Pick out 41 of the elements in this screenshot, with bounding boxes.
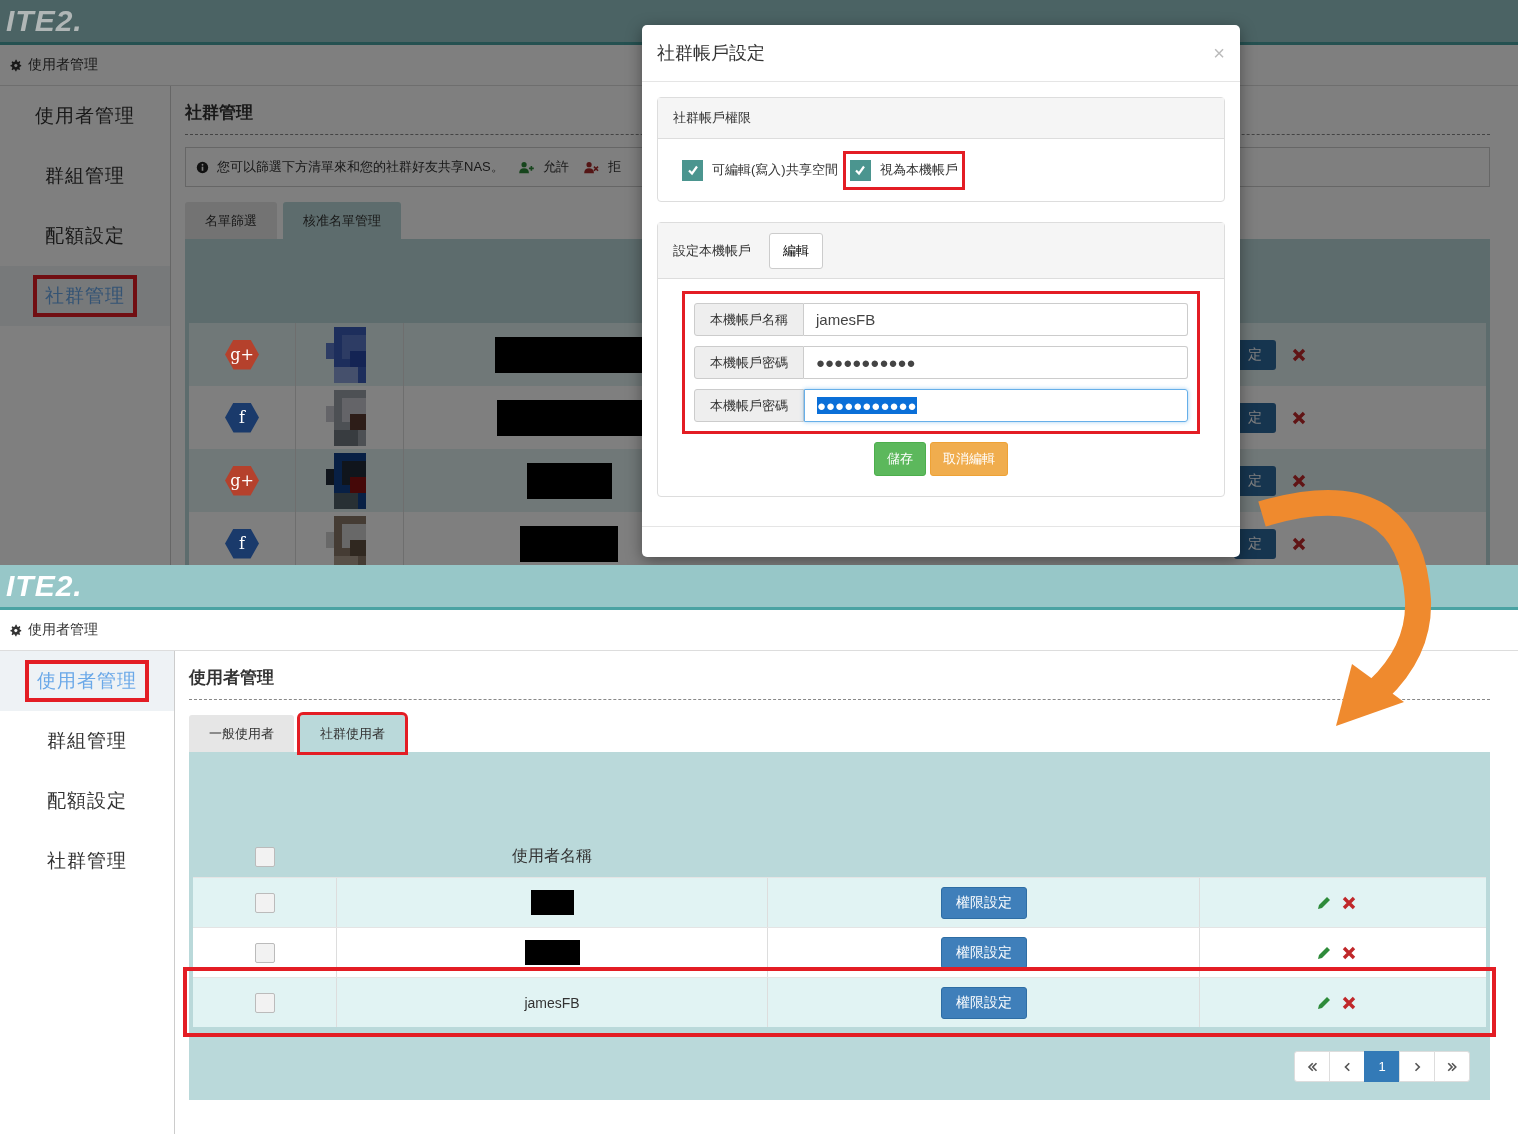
sidebar-item[interactable]: 配額設定	[0, 206, 170, 266]
save-button[interactable]: 儲存	[874, 442, 926, 476]
tab[interactable]: 核准名單管理	[283, 202, 401, 239]
breadcrumb: 使用者管理	[28, 621, 98, 639]
notice-text: 您可以篩選下方清單來和您的社群好友共享NAS。	[217, 158, 504, 176]
social-badge: f	[225, 402, 259, 433]
field-label: 本機帳戶密碼	[694, 389, 804, 422]
sidebar-item[interactable]: 使用者管理	[0, 86, 170, 146]
legend-label: 拒	[607, 158, 621, 176]
sidebar-item[interactable]: 社群管理	[0, 831, 174, 891]
user-name: jamesFB	[524, 994, 580, 1011]
social-badge: f	[225, 528, 259, 559]
edit-button[interactable]: 編輯	[769, 232, 823, 269]
panel-title: 設定本機帳戶	[673, 241, 751, 260]
panel-title: 社群帳戶權限	[673, 109, 751, 127]
breadcrumb: 使用者管理	[28, 56, 98, 74]
permission-button[interactable]: 權限設定	[940, 936, 1027, 969]
sidebar-item[interactable]: 配額設定	[0, 771, 174, 831]
legend-label: 允許	[542, 158, 569, 176]
checkbox-option[interactable]: 可編輯(寫入)共享空間	[678, 153, 842, 187]
tab[interactable]: 一般使用者	[189, 715, 294, 752]
logo: ITE2.	[6, 569, 83, 603]
field-label: 本機帳戶密碼	[694, 346, 804, 379]
input-field[interactable]: ●●●●●●●●●●●	[804, 346, 1188, 379]
input-field[interactable]: ●●●●●●●●●●●	[804, 389, 1188, 422]
tab[interactable]: 名單篩選	[185, 202, 277, 239]
dialog-title: 社群帳戶設定	[657, 42, 765, 65]
sidebar-item[interactable]: 使用者管理	[0, 651, 174, 711]
input-field[interactable]: jamesFB	[804, 303, 1188, 336]
social-badge: g+	[225, 339, 259, 370]
column-header: 使用者名稱	[512, 846, 592, 866]
sidebar-item[interactable]: 群組管理	[0, 711, 174, 771]
tab[interactable]: 社群使用者	[300, 715, 405, 752]
sidebar-item[interactable]: 群組管理	[0, 146, 170, 206]
field-label: 本機帳戶名稱	[694, 303, 804, 336]
permission-button[interactable]: 權限設定	[940, 986, 1027, 1019]
permission-button[interactable]: 權限設定	[940, 886, 1027, 919]
social-badge: g+	[225, 465, 259, 496]
checkbox-option[interactable]: 視為本機帳戶	[845, 153, 962, 187]
page-button[interactable]: 1	[1364, 1051, 1400, 1082]
logo: ITE2.	[6, 4, 83, 38]
